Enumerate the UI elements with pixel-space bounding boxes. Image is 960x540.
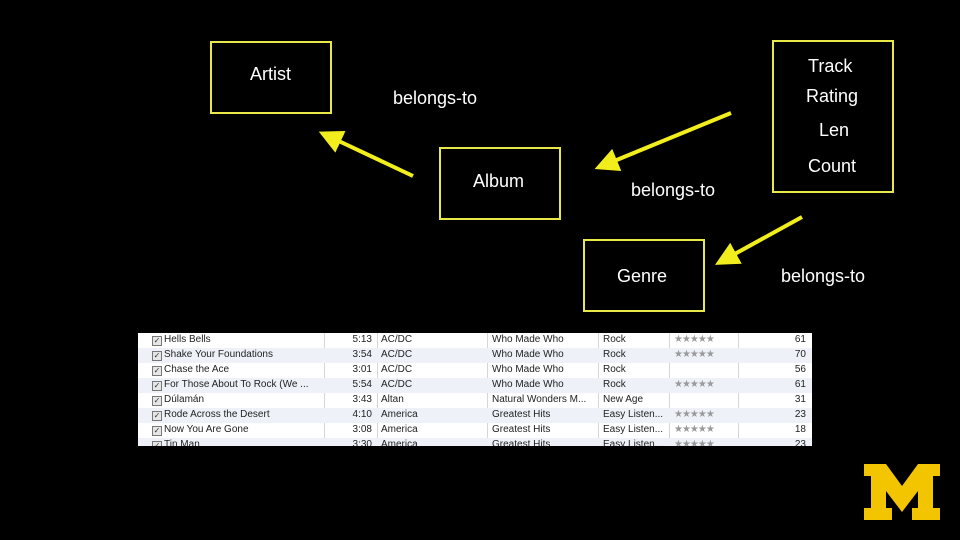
row-checkbox[interactable]: ✓ bbox=[152, 351, 162, 361]
cell-genre: Easy Listen... bbox=[603, 409, 664, 420]
cell-album: Who Made Who bbox=[492, 364, 564, 375]
table-row[interactable]: ✓ Now You Are Gone 3:08 America Greatest Hit… bbox=[138, 423, 812, 438]
cell-artist: AC/DC bbox=[381, 349, 413, 360]
cell-genre: Rock bbox=[603, 334, 626, 345]
cell-genre: Rock bbox=[603, 379, 626, 390]
cell-name: Hells Bells bbox=[164, 334, 211, 345]
cell-rating: ★★★★★ bbox=[674, 334, 715, 345]
arrow-track-to-album bbox=[594, 111, 732, 172]
cell-plays: 56 bbox=[794, 364, 806, 375]
cell-name: Tin Man bbox=[164, 439, 200, 446]
cell-time: 3:30 bbox=[352, 439, 372, 446]
block-m-logo-icon bbox=[864, 464, 940, 520]
cell-artist: AC/DC bbox=[381, 334, 413, 345]
table-row[interactable]: ✓ For Those About To Rock (We ... 5:54 AC/D… bbox=[138, 378, 812, 393]
cell-rating: ★★★★★ bbox=[674, 439, 715, 446]
cell-album: Who Made Who bbox=[492, 334, 564, 345]
row-checkbox[interactable]: ✓ bbox=[152, 441, 162, 446]
cell-plays: 31 bbox=[794, 394, 806, 405]
row-checkbox[interactable]: ✓ bbox=[152, 366, 162, 376]
table-row[interactable]: ✓ Rode Across the Desert 4:10 America Greate… bbox=[138, 408, 812, 423]
cell-genre: Easy Listen... bbox=[603, 424, 664, 435]
cell-plays: 70 bbox=[794, 349, 806, 360]
cell-plays: 23 bbox=[794, 409, 806, 420]
cell-time: 3:54 bbox=[352, 349, 372, 360]
cell-rating: ★★★★★ bbox=[674, 409, 715, 420]
row-checkbox[interactable]: ✓ bbox=[152, 381, 162, 391]
row-checkbox[interactable]: ✓ bbox=[152, 426, 162, 436]
cell-album: Greatest Hits bbox=[492, 424, 551, 435]
cell-time: 3:43 bbox=[352, 394, 372, 405]
row-checkbox[interactable]: ✓ bbox=[152, 336, 162, 346]
table-row[interactable]: ✓ Dúlamán 3:43 Altan Natural Wonders M... New… bbox=[138, 393, 812, 408]
cell-plays: 18 bbox=[794, 424, 806, 435]
cell-artist: AC/DC bbox=[381, 379, 413, 390]
cell-genre: Easy Listen... bbox=[603, 439, 664, 446]
cell-album: Who Made Who bbox=[492, 379, 564, 390]
row-checkbox[interactable]: ✓ bbox=[152, 411, 162, 421]
cell-name: Chase the Ace bbox=[164, 364, 230, 375]
cell-plays: 61 bbox=[794, 334, 806, 345]
table-row[interactable]: ✓ Hells Bells 5:13 AC/DC Who Made Who Rock ★★★… bbox=[138, 333, 812, 348]
cell-album: Greatest Hits bbox=[492, 439, 551, 446]
cell-artist: America bbox=[381, 424, 418, 435]
cell-genre: Rock bbox=[603, 364, 626, 375]
cell-artist: Altan bbox=[381, 394, 404, 405]
cell-time: 3:08 bbox=[352, 424, 372, 435]
cell-plays: 61 bbox=[794, 379, 806, 390]
cell-genre: New Age bbox=[603, 394, 644, 405]
cell-name: For Those About To Rock (We ... bbox=[164, 379, 309, 390]
cell-time: 5:13 bbox=[352, 334, 372, 345]
cell-name: Shake Your Foundations bbox=[164, 349, 273, 360]
table-row[interactable]: ✓ Shake Your Foundations 3:54 AC/DC Who Made… bbox=[138, 348, 812, 363]
table-row[interactable]: ✓ Tin Man 3:30 America Greatest Hits Easy Lis… bbox=[138, 438, 812, 446]
cell-artist: America bbox=[381, 439, 418, 446]
cell-rating: ★★★★★ bbox=[674, 349, 715, 360]
cell-artist: America bbox=[381, 409, 418, 420]
row-checkbox[interactable]: ✓ bbox=[152, 396, 162, 406]
cell-album: Greatest Hits bbox=[492, 409, 551, 420]
relationship-arrows bbox=[318, 111, 803, 265]
track-table: ✓ Hells Bells 5:13 AC/DC Who Made Who Rock ★★★… bbox=[138, 333, 812, 446]
cell-album: Who Made Who bbox=[492, 349, 564, 360]
cell-time: 4:10 bbox=[352, 409, 372, 420]
cell-name: Dúlamán bbox=[164, 394, 205, 405]
cell-time: 5:54 bbox=[352, 379, 372, 390]
table-row[interactable]: ✓ Chase the Ace 3:01 AC/DC Who Made Who Rock 5… bbox=[138, 363, 812, 378]
cell-rating: ★★★★★ bbox=[674, 424, 715, 435]
arrow-album-to-artist bbox=[318, 130, 414, 178]
cell-album: Natural Wonders M... bbox=[492, 394, 587, 405]
arrow-track-to-genre bbox=[714, 215, 803, 265]
cell-artist: AC/DC bbox=[381, 364, 413, 375]
cell-rating: ★★★★★ bbox=[674, 379, 715, 390]
cell-genre: Rock bbox=[603, 349, 626, 360]
cell-name: Rode Across the Desert bbox=[164, 409, 270, 420]
cell-time: 3:01 bbox=[352, 364, 372, 375]
cell-plays: 23 bbox=[794, 439, 806, 446]
cell-name: Now You Are Gone bbox=[164, 424, 249, 435]
